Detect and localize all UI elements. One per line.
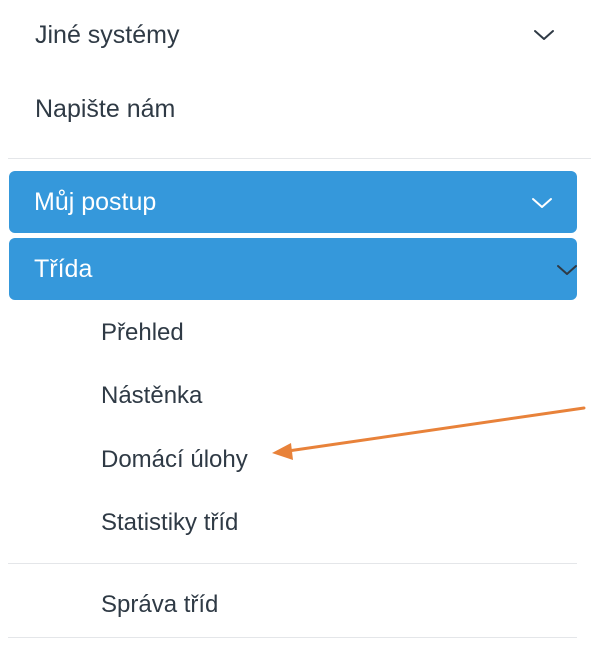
section-my-progress-label: Můj postup — [34, 187, 157, 216]
class-item-statistics[interactable]: Statistiky tříd — [101, 509, 238, 537]
divider — [8, 158, 591, 159]
section-my-progress-button[interactable]: Můj postup — [9, 171, 577, 233]
section-class-button[interactable]: Třída — [9, 238, 577, 300]
chevron-down-icon — [531, 196, 553, 210]
menu-item-write-us[interactable]: Napište nám — [0, 74, 591, 144]
chevron-down-icon — [556, 263, 578, 277]
menu-item-other-systems[interactable]: Jiné systémy — [0, 0, 591, 70]
class-item-overview[interactable]: Přehled — [101, 319, 184, 347]
class-item-board[interactable]: Nástěnka — [101, 382, 202, 410]
chevron-down-icon — [533, 28, 555, 42]
class-item-homework[interactable]: Domácí úlohy — [101, 446, 248, 474]
menu-item-manage-classes[interactable]: Správa tříd — [101, 591, 218, 619]
menu-item-other-systems-label: Jiné systémy — [35, 20, 180, 49]
divider — [8, 563, 577, 564]
section-class-label: Třída — [34, 254, 93, 283]
divider — [8, 637, 577, 638]
menu-item-write-us-label: Napište nám — [35, 94, 176, 123]
